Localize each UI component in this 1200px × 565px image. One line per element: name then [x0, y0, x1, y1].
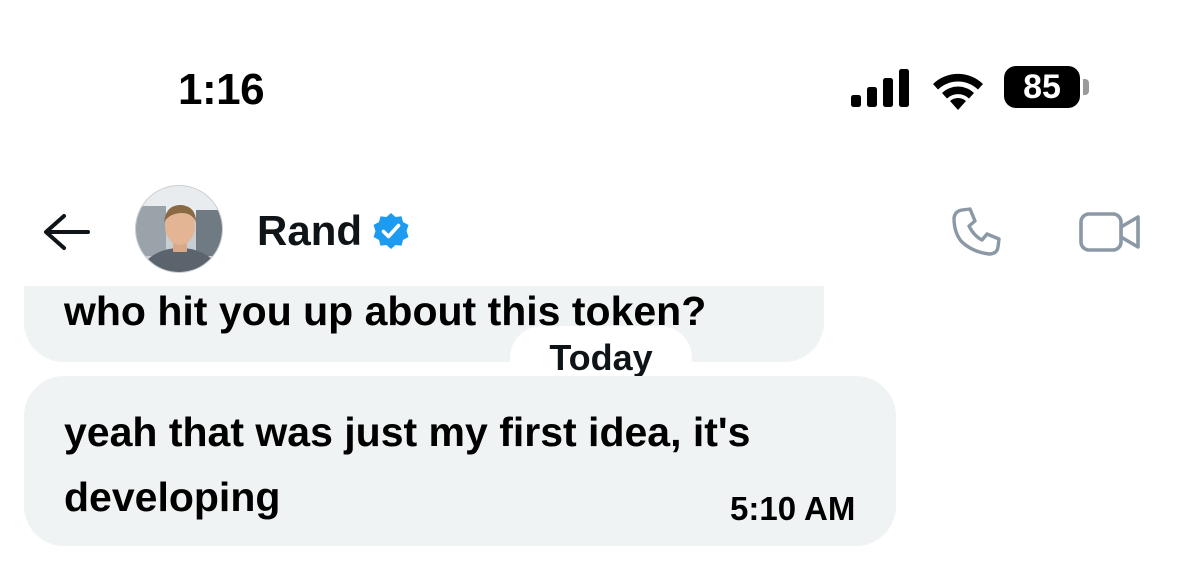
avatar[interactable]: [135, 185, 223, 273]
verified-badge-icon: [373, 213, 409, 249]
message-text-line: developing: [64, 474, 281, 520]
battery-level: 85: [1023, 68, 1061, 106]
cellular-signal-icon: [851, 69, 909, 107]
message-text-line: yeah that was just my first idea, it's: [64, 409, 751, 455]
back-arrow-icon[interactable]: [40, 210, 92, 254]
status-time: 1:16: [178, 65, 265, 114]
battery-icon: 85: [1004, 66, 1090, 110]
battery-body: 85: [1004, 66, 1080, 108]
wifi-icon: [933, 73, 983, 110]
dm-conversation-screen: who hit you up about this token? 1:16 85: [0, 0, 1200, 565]
battery-cap: [1083, 79, 1089, 95]
message-timestamp: 5:10 AM: [730, 490, 856, 527]
video-call-icon[interactable]: [1078, 208, 1142, 256]
contact-name[interactable]: Rand: [257, 208, 362, 254]
phone-call-icon[interactable]: [948, 204, 1004, 260]
avatar-photo: [136, 186, 222, 272]
